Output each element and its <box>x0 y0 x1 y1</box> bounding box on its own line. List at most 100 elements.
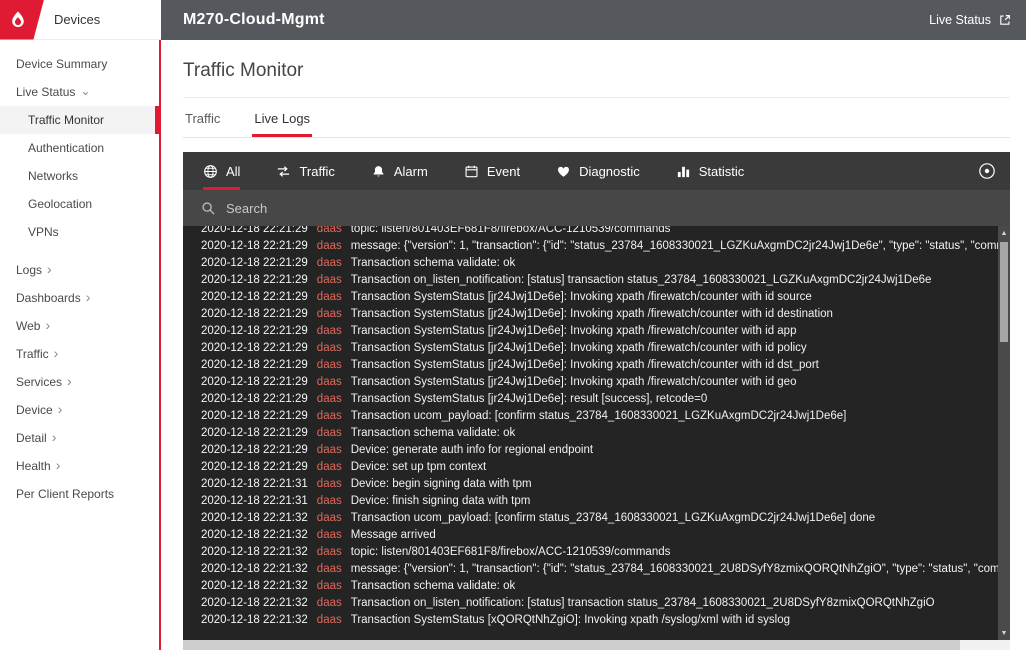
vertical-scroll-thumb[interactable] <box>1000 242 1008 342</box>
log-time: 2020-12-18 22:21:32 <box>201 529 308 541</box>
log-time: 2020-12-18 22:21:29 <box>201 461 308 473</box>
top-bar: Devices M270-Cloud-Mgmt Live Status <box>0 0 1026 40</box>
sidebar-item-label: Live Status <box>16 85 75 99</box>
sidebar-item[interactable]: Services ⌄ › <box>0 368 159 396</box>
log-time: 2020-12-18 22:21:29 <box>201 359 308 371</box>
sidebar-item-label: Health <box>16 459 51 473</box>
filter-event[interactable]: Event <box>464 152 520 190</box>
bar-chart-icon <box>676 164 691 179</box>
log-row: 2020-12-18 22:21:29daasTransaction Syste… <box>201 306 998 323</box>
chevron-right-icon: › <box>58 402 63 416</box>
live-view-eye-icon <box>978 162 996 180</box>
sidebar-item[interactable]: Detail ⌄ › <box>0 424 159 452</box>
tab-traffic[interactable]: Traffic <box>183 98 222 137</box>
traffic-arrows-icon <box>276 164 291 179</box>
log-row: 2020-12-18 22:21:29daasTransaction Syste… <box>201 374 998 391</box>
log-message: Transaction on_listen_notification: [sta… <box>351 597 935 609</box>
log-rows: 2020-12-18 22:21:29 daas topic: listen/801… <box>201 226 998 629</box>
log-time: 2020-12-18 22:21:29 <box>201 376 308 388</box>
log-row: 2020-12-18 22:21:32daasTransaction schem… <box>201 578 998 595</box>
live-view-toggle-button[interactable] <box>978 152 996 190</box>
flame-icon <box>8 10 28 30</box>
sidebar: Device Summary ⌄ › Live Status ⌄ › Traff… <box>0 40 161 650</box>
sidebar-item[interactable]: Web ⌄ › <box>0 312 159 340</box>
horizontal-scroll-thumb[interactable] <box>183 640 960 650</box>
log-panel: All Traffic Alarm <box>183 152 1010 640</box>
sidebar-item[interactable]: Networks ⌄ › <box>0 162 159 190</box>
log-message: Transaction SystemStatus [jr24Jwj1De6e]:… <box>351 376 797 388</box>
sidebar-item-label: Device Summary <box>16 57 107 71</box>
sidebar-item[interactable]: Geolocation ⌄ › <box>0 190 159 218</box>
sidebar-item[interactable]: Live Status ⌄ › <box>0 78 159 106</box>
log-time: 2020-12-18 22:21:32 <box>201 597 308 609</box>
log-source: daas <box>317 597 342 609</box>
log-message: topic: listen/801403EF681F8/firebox/ACC-… <box>351 546 671 558</box>
filter-all[interactable]: All <box>203 152 240 190</box>
live-status-label: Live Status <box>929 13 991 27</box>
sidebar-item[interactable]: Per Client Reports ⌄ › <box>0 480 159 508</box>
scroll-down-arrow[interactable]: ▼ <box>998 626 1010 640</box>
log-source: daas <box>317 427 342 439</box>
sidebar-item[interactable]: Authentication ⌄ › <box>0 134 159 162</box>
log-row: 2020-12-18 22:21:31daasDevice: finish si… <box>201 493 998 510</box>
log-output: 2020-12-18 22:21:29 daas topic: listen/801… <box>183 226 998 640</box>
log-time: 2020-12-18 22:21:29 <box>201 393 308 405</box>
log-message: Device: begin signing data with tpm <box>351 478 532 490</box>
sidebar-item[interactable]: Health ⌄ › <box>0 452 159 480</box>
filter-statistic[interactable]: Statistic <box>676 152 745 190</box>
log-message: Transaction SystemStatus [jr24Jwj1De6e]:… <box>351 393 708 405</box>
vertical-scrollbar[interactable]: ▲ ▼ <box>998 226 1010 640</box>
sidebar-item[interactable]: Dashboards ⌄ › <box>0 284 159 312</box>
log-source: daas <box>317 546 342 558</box>
log-message: Transaction ucom_payload: [confirm statu… <box>351 410 847 422</box>
sidebar-item-label: Networks <box>28 169 78 183</box>
log-row: 2020-12-18 22:21:32 daas Transaction on_li… <box>201 595 998 612</box>
log-message: Transaction ucom_payload: [confirm statu… <box>351 512 875 524</box>
external-link-icon <box>998 13 1012 27</box>
brand-label: Devices <box>54 12 100 27</box>
log-source: daas <box>317 240 342 252</box>
log-time: 2020-12-18 22:21:29 <box>201 410 308 422</box>
sidebar-item[interactable]: Traffic Monitor ⌄ › <box>0 106 159 134</box>
device-title: M270-Cloud-Mgmt <box>183 11 325 29</box>
log-time: 2020-12-18 22:21:31 <box>201 478 308 490</box>
log-row: 2020-12-18 22:21:29daasTransaction on_li… <box>201 272 998 289</box>
filter-diagnostic[interactable]: Diagnostic <box>556 152 640 190</box>
filter-traffic[interactable]: Traffic <box>276 152 334 190</box>
sidebar-item[interactable]: Device Summary ⌄ › <box>0 50 159 78</box>
sidebar-item-label: Traffic Monitor <box>28 113 104 127</box>
sidebar-item[interactable]: VPNs ⌄ › <box>0 218 159 246</box>
log-row: 2020-12-18 22:21:32daastopic: listen/801… <box>201 544 998 561</box>
log-source: daas <box>317 393 342 405</box>
log-source: daas <box>317 580 342 592</box>
log-filter-toolbar: All Traffic Alarm <box>183 152 1010 190</box>
log-time: 2020-12-18 22:21:29 <box>201 240 308 252</box>
log-source: daas <box>317 274 342 286</box>
sidebar-item[interactable]: Traffic ⌄ › <box>0 340 159 368</box>
search-input[interactable] <box>226 201 1010 216</box>
log-row: 2020-12-18 22:21:29daasTransaction schem… <box>201 425 998 442</box>
tabs-row: Traffic Live Logs <box>183 98 1010 138</box>
scroll-up-arrow[interactable]: ▲ <box>998 226 1010 240</box>
sidebar-item[interactable]: Logs ⌄ › <box>0 256 159 284</box>
log-row: 2020-12-18 22:21:29daasTransaction Syste… <box>201 323 998 340</box>
log-time: 2020-12-18 22:21:29 <box>201 308 308 320</box>
log-message: Transaction on_listen_notification: [sta… <box>351 274 932 286</box>
log-message: Transaction schema validate: ok <box>351 427 516 439</box>
log-message: Transaction SystemStatus [jr24Jwj1De6e]:… <box>351 325 797 337</box>
horizontal-scrollbar[interactable] <box>183 640 1010 650</box>
sidebar-item-label: Detail <box>16 431 47 445</box>
log-source: daas <box>317 614 342 626</box>
tab-live-logs[interactable]: Live Logs <box>252 98 312 137</box>
log-time: 2020-12-18 22:21:32 <box>201 580 308 592</box>
log-source: daas <box>317 495 342 507</box>
log-row: 2020-12-18 22:21:29daasTransaction schem… <box>201 255 998 272</box>
filter-alarm[interactable]: Alarm <box>371 152 428 190</box>
sidebar-item[interactable]: Device ⌄ › <box>0 396 159 424</box>
log-message: Device: finish signing data with tpm <box>351 495 531 507</box>
log-search-row <box>183 190 1010 226</box>
chevron-right-icon: › <box>54 346 59 360</box>
log-message: Transaction SystemStatus [jr24Jwj1De6e]:… <box>351 342 807 354</box>
log-message: message: {"version": 1, "transaction": {… <box>351 240 998 252</box>
live-status-link[interactable]: Live Status <box>929 13 1012 27</box>
